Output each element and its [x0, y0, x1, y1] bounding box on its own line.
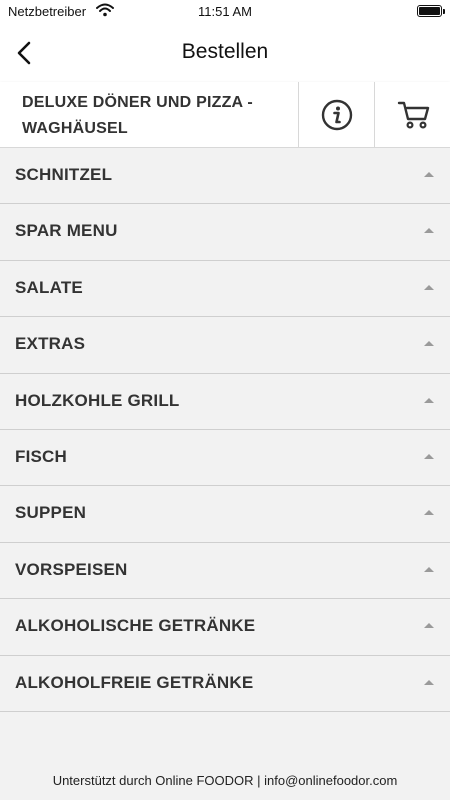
category-item[interactable]: FISCH [0, 429, 450, 487]
restaurant-name: DELUXE DÖNER UND PIZZA - WAGHÄUSEL [22, 94, 253, 137]
category-item[interactable]: ALKOHOLFREIE GETRÄNKE [0, 655, 450, 712]
category-item[interactable]: VORSPEISEN [0, 542, 450, 600]
caret-up-icon [424, 228, 434, 234]
navigation-bar: Bestellen [0, 24, 450, 82]
category-label: VORSPEISEN [15, 559, 128, 579]
category-label: ALKOHOLISCHE GETRÄNKE [15, 616, 256, 636]
info-button[interactable] [298, 82, 374, 148]
caret-up-icon [424, 284, 434, 290]
status-time: 11:51 AM [198, 4, 252, 19]
caret-up-icon [424, 679, 434, 685]
cart-icon [397, 101, 430, 129]
category-item[interactable]: SALATE [0, 260, 450, 318]
category-item[interactable]: SPAR MENU [0, 204, 450, 261]
category-label: ALKOHOLFREIE GETRÄNKE [15, 672, 254, 692]
info-icon [321, 99, 353, 131]
page-title: Bestellen [181, 40, 269, 63]
category-item[interactable]: SUPPEN [0, 486, 450, 543]
category-item[interactable]: SCHNITZEL [0, 148, 450, 205]
cart-button[interactable] [374, 82, 450, 148]
restaurant-header: DELUXE DÖNER UND PIZZA - WAGHÄUSEL [0, 82, 450, 148]
caret-up-icon [424, 510, 434, 516]
caret-up-icon [424, 172, 434, 177]
category-label: EXTRAS [15, 334, 86, 354]
category-list: SCHNITZEL SPAR MENU SALATE EXTRAS HOLZKO… [0, 148, 450, 712]
category-label: HOLZKOHLE GRILL [15, 390, 180, 410]
category-label: SCHNITZEL [15, 165, 113, 184]
caret-up-icon [424, 453, 434, 459]
category-label: SPAR MENU [15, 221, 118, 241]
category-item[interactable]: EXTRAS [0, 317, 450, 374]
battery-icon [417, 5, 445, 17]
category-label: SUPPEN [15, 503, 87, 523]
category-label: SALATE [15, 277, 83, 297]
status-bar: Netzbetreiber 11:51 AM [0, 0, 450, 24]
caret-up-icon [424, 341, 434, 347]
caret-up-icon [424, 623, 434, 629]
category-item[interactable]: HOLZKOHLE GRILL [0, 373, 450, 430]
category-label: FISCH [15, 446, 67, 466]
footer-credit: Unterstützt durch Online FOODOR | info@o… [52, 773, 398, 788]
caret-up-icon [424, 566, 434, 572]
caret-up-icon [424, 397, 434, 403]
category-item[interactable]: ALKOHOLISCHE GETRÄNKE [0, 599, 450, 656]
